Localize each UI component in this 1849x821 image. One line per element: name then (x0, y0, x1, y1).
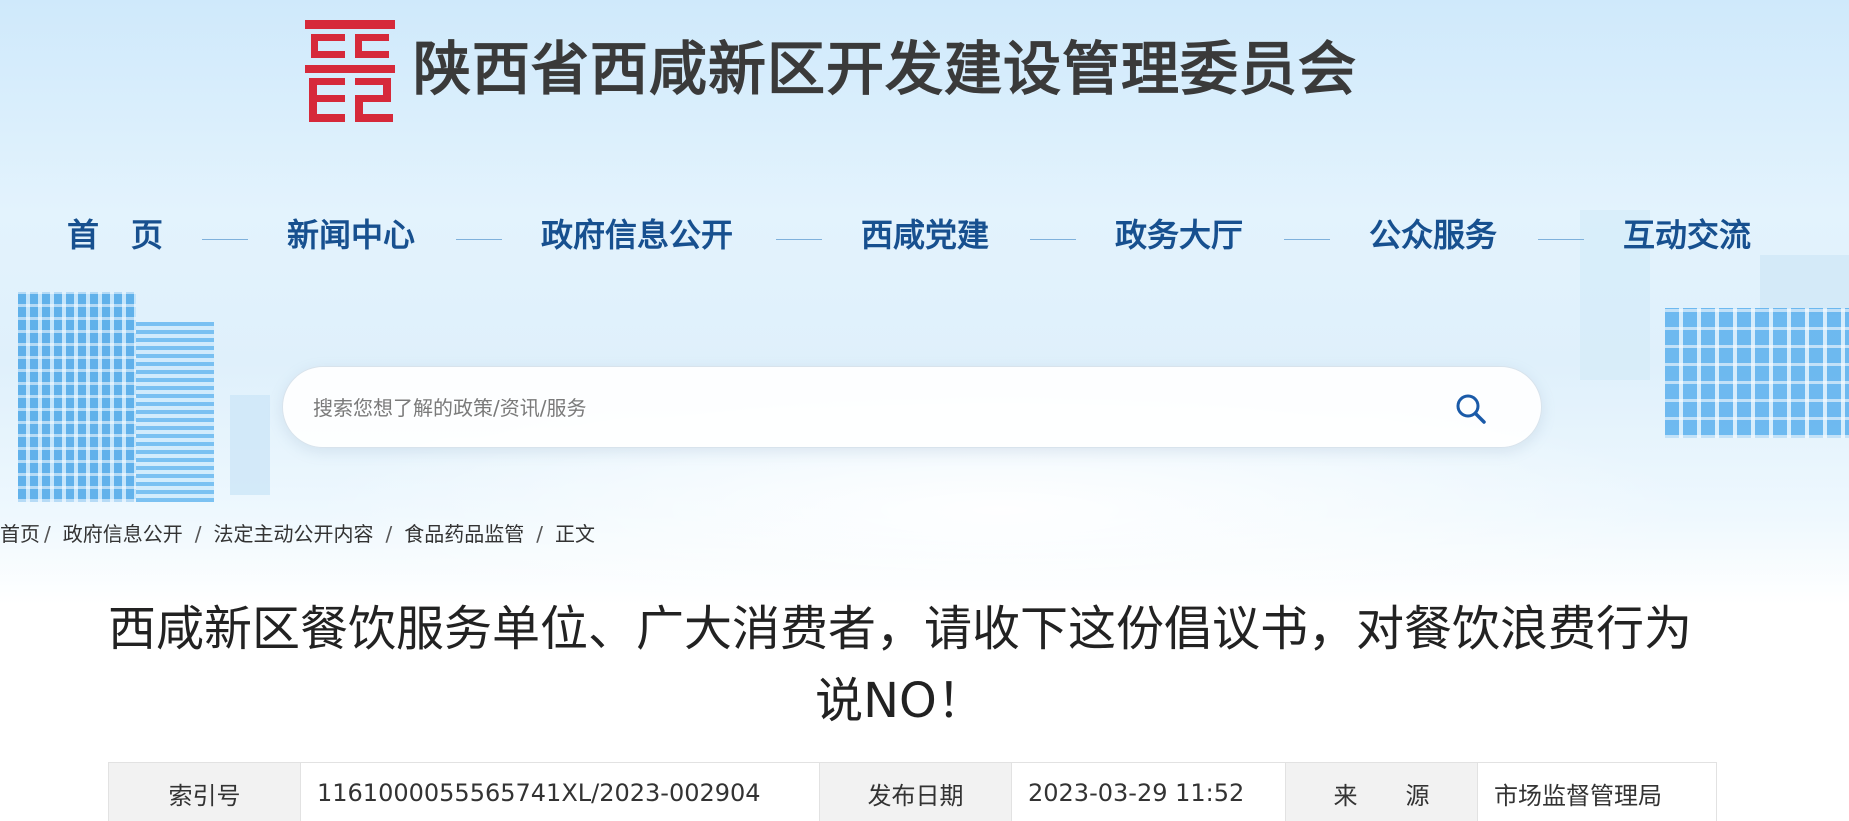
breadcrumb-separator: / (536, 522, 543, 546)
search-button[interactable] (1453, 391, 1489, 427)
nav-divider (202, 239, 248, 240)
nav-item-news[interactable]: 新闻中心 (287, 205, 415, 265)
search-bar (282, 366, 1542, 448)
banner-building (1665, 308, 1849, 438)
breadcrumb-gov-info[interactable]: 政府信息公开 (63, 522, 183, 546)
source-label: 来 源 (1285, 762, 1478, 821)
breadcrumb-separator: / (194, 522, 202, 546)
banner-building (230, 395, 270, 495)
breadcrumb-home[interactable]: 首页 (0, 522, 40, 546)
publish-date-label: 发布日期 (819, 762, 1012, 821)
article-title-line: 西咸新区餐饮服务单位、广大消费者，请收下这份倡议书，对餐饮浪费行为 (107, 601, 1692, 657)
search-input[interactable] (313, 387, 1413, 429)
nav-divider (1030, 239, 1076, 240)
breadcrumb-food-drug[interactable]: 食品药品监管 (404, 522, 524, 546)
nav-item-interaction[interactable]: 互动交流 (1623, 205, 1751, 265)
nav-divider (1538, 239, 1584, 240)
breadcrumb-separator: / (44, 522, 51, 546)
banner-building (18, 292, 136, 502)
breadcrumb: 首页 / 政府信息公开 / 法定主动公开内容 / 食品药品监管 / 正文 (0, 518, 595, 550)
breadcrumb-current: 正文 (555, 522, 595, 546)
nav-divider (456, 239, 502, 240)
breadcrumb-separator: / (385, 522, 393, 546)
main-nav: 首 页 新闻中心 政府信息公开 西咸党建 政务大厅 公众服务 互动交流 (0, 205, 1849, 265)
publish-date-value: 2023-03-29 11:52 (1011, 762, 1286, 821)
source-value: 市场监督管理局 (1477, 762, 1717, 821)
site-title: 陕西省西咸新区开发建设管理委员会 (413, 35, 1358, 103)
article-title-line: 说NO！ (815, 673, 985, 729)
article-title: 西咸新区餐饮服务单位、广大消费者，请收下这份倡议书，对餐饮浪费行为 说NO！ (100, 593, 1700, 737)
nav-item-gov-info[interactable]: 政府信息公开 (541, 205, 733, 265)
nav-item-service-hall[interactable]: 政务大厅 (1115, 205, 1243, 265)
index-value: 1161000055565741XL/2023-002904 (300, 762, 820, 821)
nav-item-public-service[interactable]: 公众服务 (1369, 205, 1497, 265)
search-icon (1456, 394, 1486, 424)
nav-divider (776, 239, 822, 240)
nav-item-party[interactable]: 西咸党建 (861, 205, 989, 265)
article-meta-table: 索引号 1161000055565741XL/2023-002904 发布日期 … (108, 762, 1717, 821)
nav-item-home[interactable]: 首 页 (67, 205, 163, 265)
nav-divider (1284, 239, 1330, 240)
logo-emblem-icon (305, 20, 395, 122)
breadcrumb-statutory-disclosure[interactable]: 法定主动公开内容 (214, 522, 374, 546)
site-logo[interactable] (305, 20, 395, 122)
banner-building (136, 322, 214, 502)
table-row: 索引号 1161000055565741XL/2023-002904 发布日期 … (108, 762, 1717, 821)
index-label: 索引号 (108, 762, 301, 821)
